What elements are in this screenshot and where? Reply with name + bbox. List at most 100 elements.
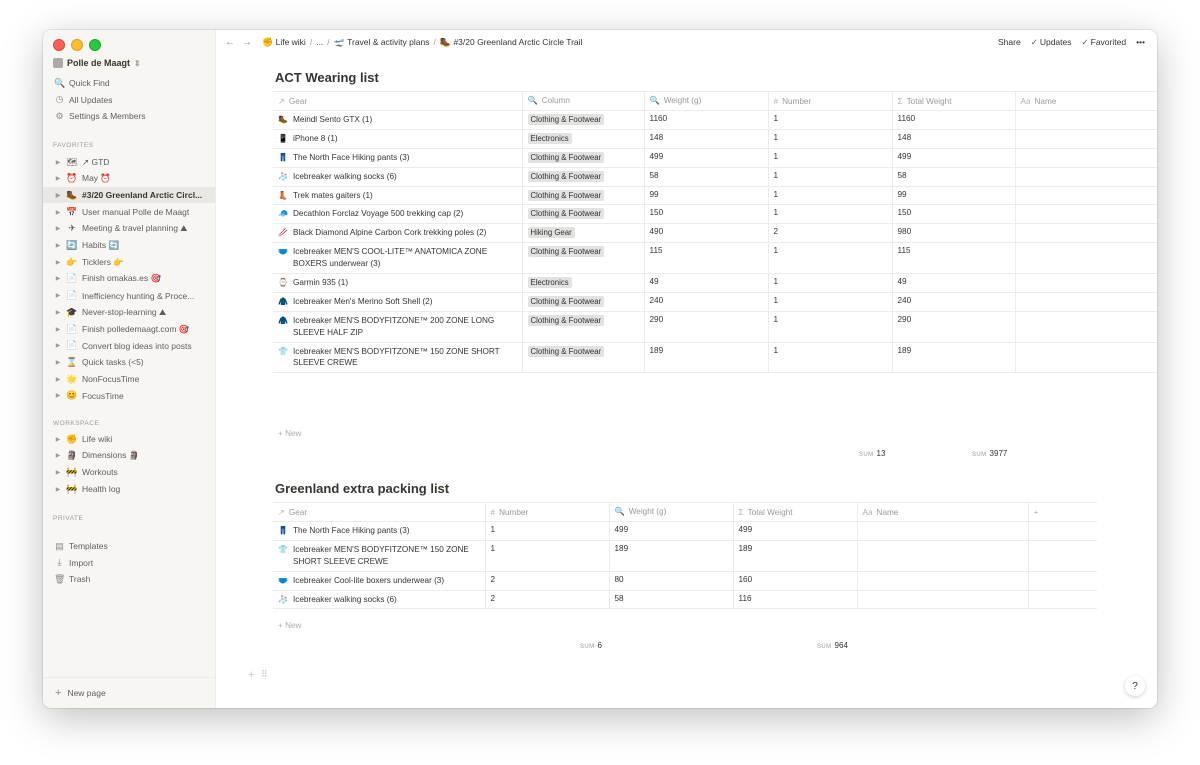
table-row[interactable]: 🧦 Icebreaker walking socks (6) 2 58 116: [273, 590, 1097, 610]
sidebar-item-quick-find[interactable]: 🔍 Quick Find: [43, 75, 215, 91]
breadcrumb-item-travel-activity-plans[interactable]: 🛫 Travel & activity plans: [334, 37, 430, 48]
expand-arrow-icon[interactable]: ▶: [53, 225, 63, 232]
number-cell[interactable]: 2: [768, 223, 893, 244]
weight-cell[interactable]: 499: [644, 148, 769, 168]
name-cell[interactable]: [1015, 110, 1157, 130]
category-cell[interactable]: Clothing & Footwear: [522, 292, 645, 312]
table-row[interactable]: 🧥 Icebreaker Men's Merino Soft Shell (2) C…: [273, 292, 1157, 312]
category-cell[interactable]: Clothing & Footwear: [522, 311, 645, 343]
sidebar-item-finish-polledemaagt-com[interactable]: ▶ 📄 Finish polledemaagt.com 🎯: [43, 321, 215, 337]
category-cell[interactable]: Clothing & Footwear: [522, 342, 645, 374]
expand-arrow-icon[interactable]: ▶: [53, 486, 63, 493]
total-weight-cell[interactable]: 189: [892, 342, 1016, 374]
sidebar-item-may[interactable]: ▶ ⏰ May ⏰: [43, 171, 215, 187]
sidebar-item-user-manual-polle-de-maagt[interactable]: ▶ 📅 User manual Polle de Maagt: [43, 204, 215, 220]
number-cell[interactable]: 1: [768, 186, 893, 206]
number-cell[interactable]: 1: [768, 110, 893, 130]
share-button[interactable]: Share: [998, 37, 1021, 47]
column-header-weight-g[interactable]: 🔍 Weight (g): [609, 502, 734, 522]
gear-cell[interactable]: 👕 Icebreaker MEN'S BODYFITZONE™ 150 ZONE …: [273, 342, 523, 374]
gear-name[interactable]: Icebreaker walking socks (6): [293, 594, 397, 606]
gear-cell[interactable]: 🥾 Meindl Sento GTX (1): [273, 110, 523, 130]
breadcrumb-item-3-20-greenland-arctic-circle-trail[interactable]: 🥾 #3/20 Greenland Arctic Circle Trail: [440, 37, 583, 48]
total-weight-cell[interactable]: 240: [892, 292, 1016, 312]
table-row[interactable]: 📱 iPhone 8 (1) Electronics 148 1 148: [273, 129, 1157, 149]
gear-cell[interactable]: ⌚ Garmin 935 (1): [273, 273, 523, 293]
gear-name[interactable]: Icebreaker walking socks (6): [293, 171, 397, 183]
sidebar-item-inefficiency-hunting-proce[interactable]: ▶ 📄 Inefficiency hunting & Proce...: [43, 288, 215, 304]
category-cell[interactable]: Clothing & Footwear: [522, 167, 645, 187]
gear-name[interactable]: iPhone 8 (1): [293, 133, 338, 145]
table-row[interactable]: 🥢 Black Diamond Alpine Carbon Cork trekki…: [273, 223, 1157, 244]
sidebar-item-settings-members[interactable]: ⚙ Settings & Members: [43, 108, 215, 124]
sidebar-item-dimensions[interactable]: ▶ 🗿 Dimensions 🗿: [43, 448, 215, 464]
gear-name[interactable]: Icebreaker MEN'S BODYFITZONE™ 150 ZONE S…: [293, 544, 480, 568]
expand-arrow-icon[interactable]: ▶: [53, 159, 63, 166]
sidebar-item-quick-tasks-5[interactable]: ▶ ⌛ Quick tasks (<5): [43, 354, 215, 370]
weight-cell[interactable]: 99: [644, 186, 769, 206]
number-cell[interactable]: 1: [768, 242, 893, 275]
gear-cell[interactable]: 🧥 Icebreaker MEN'S BODYFITZONE™ 200 ZONE …: [273, 311, 523, 343]
expand-arrow-icon[interactable]: ▶: [53, 209, 63, 216]
gear-cell[interactable]: 🧦 Icebreaker walking socks (6): [273, 167, 523, 187]
table-row[interactable]: 🥾 Meindl Sento GTX (1) Clothing & Footwear…: [273, 110, 1157, 130]
table-row[interactable]: 🧦 Icebreaker walking socks (6) Clothing & …: [273, 167, 1157, 187]
column-header-number[interactable]: # Number: [768, 91, 893, 111]
gear-cell[interactable]: 👖 The North Face Hiking pants (3): [273, 521, 486, 541]
sidebar-item-3-20-greenland-arctic-circl[interactable]: ▶ 🥾 #3/20 Greenland Arctic Circl...: [43, 187, 215, 204]
weight-cell[interactable]: 49: [644, 273, 769, 293]
sidebar-item-meeting-travel-planning[interactable]: ▶ ✈ Meeting & travel planning ⛰: [43, 221, 215, 237]
total-weight-cell[interactable]: 499: [892, 148, 1016, 168]
total-weight-cell[interactable]: 116: [733, 590, 858, 610]
expand-arrow-icon[interactable]: ▶: [53, 259, 63, 266]
total-weight-cell[interactable]: 189: [733, 540, 858, 572]
total-weight-cell[interactable]: 290: [892, 311, 1016, 343]
breadcrumb-item-item[interactable]: ...: [316, 37, 323, 47]
column-header-name[interactable]: Aa Name: [1015, 91, 1157, 111]
expand-arrow-icon[interactable]: ▶: [53, 192, 63, 199]
table-row[interactable]: 🧥 Icebreaker MEN'S BODYFITZONE™ 200 ZONE …: [273, 311, 1157, 343]
gear-name[interactable]: Trek mates gaiters (1): [293, 190, 373, 202]
category-cell[interactable]: Electronics: [522, 273, 645, 293]
total-weight-cell[interactable]: 148: [892, 129, 1016, 149]
gear-name[interactable]: Icebreaker MEN'S BODYFITZONE™ 150 ZONE S…: [293, 346, 517, 370]
total-weight-cell[interactable]: 150: [892, 204, 1016, 225]
gear-name[interactable]: Decathlon Forclaz Voyage 500 trekking ca…: [293, 208, 463, 220]
weight-cell[interactable]: 150: [644, 204, 769, 225]
column-header-total-weight[interactable]: Σ Total Weight: [892, 91, 1016, 111]
gear-cell[interactable]: 🩲 Icebreaker Cool-lite boxers underwear (…: [273, 571, 486, 591]
expand-arrow-icon[interactable]: ▶: [53, 242, 63, 249]
drag-handle-icon[interactable]: ⠿: [261, 669, 268, 680]
name-cell[interactable]: [1015, 204, 1157, 225]
minimize-window-button[interactable]: [71, 39, 83, 51]
weight-cell[interactable]: 499: [609, 521, 734, 541]
more-options-button[interactable]: •••: [1136, 37, 1145, 47]
total-weight-cell[interactable]: 980: [892, 223, 1016, 244]
expand-arrow-icon[interactable]: ▶: [53, 309, 63, 316]
updates-button[interactable]: ✓ Updates: [1031, 37, 1072, 48]
name-cell[interactable]: [857, 521, 1029, 541]
column-header-weight-g[interactable]: 🔍 Weight (g): [644, 91, 769, 111]
total-weight-cell[interactable]: 58: [892, 167, 1016, 187]
forward-arrow-icon[interactable]: →: [242, 37, 252, 48]
extra-list-title[interactable]: Greenland extra packing list: [275, 481, 449, 496]
expand-arrow-icon[interactable]: ▶: [53, 275, 63, 282]
gear-cell[interactable]: 👖 The North Face Hiking pants (3): [273, 148, 523, 168]
table-row[interactable]: 👖 The North Face Hiking pants (3) 1 499 499: [273, 521, 1097, 541]
table-row[interactable]: 🩲 Icebreaker MEN'S COOL-LITE™ ANATOMICA Z…: [273, 242, 1157, 275]
gear-cell[interactable]: 🧢 Decathlon Forclaz Voyage 500 trekking c…: [273, 204, 523, 225]
total-weight-cell[interactable]: 115: [892, 242, 1016, 275]
name-cell[interactable]: [1015, 129, 1157, 149]
column-header-gear[interactable]: ↗ Gear: [273, 502, 486, 522]
weight-cell[interactable]: 1160: [644, 110, 769, 130]
name-cell[interactable]: [1015, 148, 1157, 168]
number-cell[interactable]: 1: [485, 540, 610, 572]
expand-arrow-icon[interactable]: ▶: [53, 392, 63, 399]
total-weight-cell[interactable]: 99: [892, 186, 1016, 206]
table-row[interactable]: 🧢 Decathlon Forclaz Voyage 500 trekking c…: [273, 204, 1157, 225]
table-row[interactable]: 👢 Trek mates gaiters (1) Clothing & Footwe…: [273, 186, 1157, 206]
weight-cell[interactable]: 58: [644, 167, 769, 187]
gear-name[interactable]: Black Diamond Alpine Carbon Cork trekkin…: [293, 227, 486, 239]
number-cell[interactable]: 1: [768, 273, 893, 293]
breadcrumb-item-life-wiki[interactable]: ✊ Life wiki: [262, 37, 306, 48]
